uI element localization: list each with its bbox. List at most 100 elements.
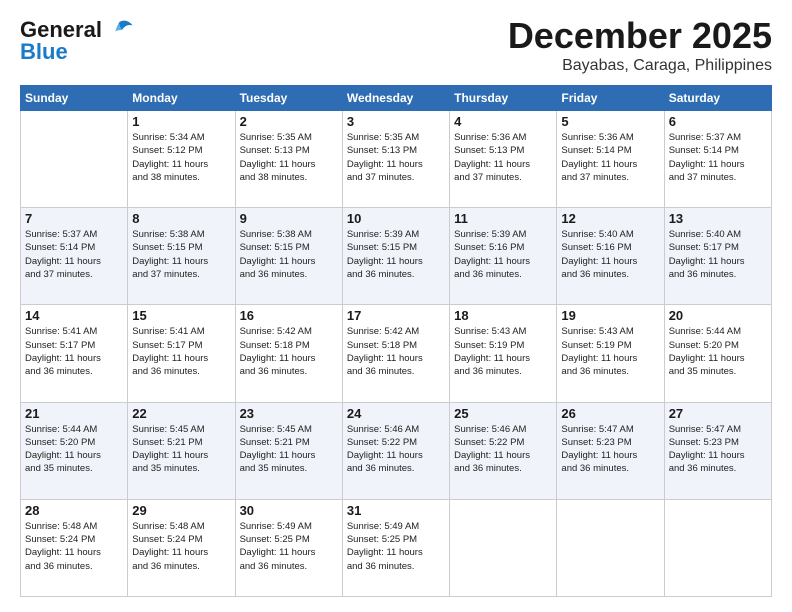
calendar-cell: 6Sunrise: 5:37 AM Sunset: 5:14 PM Daylig…	[664, 111, 771, 208]
calendar-cell	[557, 499, 664, 596]
day-info: Sunrise: 5:47 AM Sunset: 5:23 PM Dayligh…	[669, 423, 767, 476]
day-info: Sunrise: 5:45 AM Sunset: 5:21 PM Dayligh…	[132, 423, 230, 476]
calendar-cell: 11Sunrise: 5:39 AM Sunset: 5:16 PM Dayli…	[450, 208, 557, 305]
calendar-cell: 25 Sunrise: 5:46 AM Sunset: 5:22 PM Dayli…	[450, 402, 557, 499]
day-number: 28	[25, 503, 123, 518]
day-number: 30	[240, 503, 338, 518]
day-number: 9	[240, 211, 338, 226]
day-number: 25	[454, 406, 552, 421]
calendar-cell: 24Sunrise: 5:46 AM Sunset: 5:22 PM Dayli…	[342, 402, 449, 499]
weekday-thursday: Thursday	[450, 86, 557, 111]
calendar-week-5: 28 Sunrise: 5:48 AM Sunset: 5:24 PM Dayli…	[21, 499, 772, 596]
calendar-cell: 20Sunrise: 5:44 AM Sunset: 5:20 PM Dayli…	[664, 305, 771, 402]
calendar-week-2: 7Sunrise: 5:37 AM Sunset: 5:14 PM Daylig…	[21, 208, 772, 305]
weekday-sunday: Sunday	[21, 86, 128, 111]
day-info: Sunrise: 5:42 AM Sunset: 5:18 PM Dayligh…	[347, 325, 445, 378]
day-number: 4	[454, 114, 552, 129]
calendar-cell: 3 Sunrise: 5:35 AM Sunset: 5:13 PM Daylig…	[342, 111, 449, 208]
calendar-cell: 16Sunrise: 5:42 AM Sunset: 5:18 PM Dayli…	[235, 305, 342, 402]
day-number: 16	[240, 308, 338, 323]
day-number: 31	[347, 503, 445, 518]
page: General Blue December 2025 Bayabas, Cara…	[0, 0, 792, 612]
weekday-saturday: Saturday	[664, 86, 771, 111]
logo-bird-icon	[104, 15, 134, 45]
day-number: 27	[669, 406, 767, 421]
calendar-table: SundayMondayTuesdayWednesdayThursdayFrid…	[20, 85, 772, 597]
day-number: 8	[132, 211, 230, 226]
day-number: 3	[347, 114, 445, 129]
calendar-week-1: 1Sunrise: 5:34 AM Sunset: 5:12 PM Daylig…	[21, 111, 772, 208]
day-info: Sunrise: 5:45 AM Sunset: 5:21 PM Dayligh…	[240, 423, 338, 476]
day-number: 1	[132, 114, 230, 129]
calendar-cell	[664, 499, 771, 596]
weekday-header-row: SundayMondayTuesdayWednesdayThursdayFrid…	[21, 86, 772, 111]
calendar-cell: 27 Sunrise: 5:47 AM Sunset: 5:23 PM Dayli…	[664, 402, 771, 499]
calendar-cell: 22 Sunrise: 5:45 AM Sunset: 5:21 PM Dayli…	[128, 402, 235, 499]
calendar-cell	[21, 111, 128, 208]
day-info: Sunrise: 5:46 AM Sunset: 5:22 PM Dayligh…	[454, 423, 552, 476]
day-number: 21	[25, 406, 123, 421]
calendar-cell: 7Sunrise: 5:37 AM Sunset: 5:14 PM Daylig…	[21, 208, 128, 305]
calendar-cell: 15Sunrise: 5:41 AM Sunset: 5:17 PM Dayli…	[128, 305, 235, 402]
calendar-cell: 28 Sunrise: 5:48 AM Sunset: 5:24 PM Dayli…	[21, 499, 128, 596]
day-number: 18	[454, 308, 552, 323]
calendar-cell: 5 Sunrise: 5:36 AM Sunset: 5:14 PM Daylig…	[557, 111, 664, 208]
day-info: Sunrise: 5:47 AM Sunset: 5:23 PM Dayligh…	[561, 423, 659, 476]
day-number: 17	[347, 308, 445, 323]
calendar-cell: 14Sunrise: 5:41 AM Sunset: 5:17 PM Dayli…	[21, 305, 128, 402]
day-info: Sunrise: 5:43 AM Sunset: 5:19 PM Dayligh…	[561, 325, 659, 378]
day-info: Sunrise: 5:35 AM Sunset: 5:13 PM Dayligh…	[347, 131, 445, 184]
calendar-cell: 12Sunrise: 5:40 AM Sunset: 5:16 PM Dayli…	[557, 208, 664, 305]
title-block: December 2025 Bayabas, Caraga, Philippin…	[508, 15, 772, 75]
day-number: 26	[561, 406, 659, 421]
logo: General Blue	[20, 15, 134, 65]
day-number: 6	[669, 114, 767, 129]
calendar-cell: 18 Sunrise: 5:43 AM Sunset: 5:19 PM Dayli…	[450, 305, 557, 402]
day-number: 23	[240, 406, 338, 421]
day-info: Sunrise: 5:46 AM Sunset: 5:22 PM Dayligh…	[347, 423, 445, 476]
calendar-cell: 26 Sunrise: 5:47 AM Sunset: 5:23 PM Dayli…	[557, 402, 664, 499]
calendar-cell: 4 Sunrise: 5:36 AM Sunset: 5:13 PM Daylig…	[450, 111, 557, 208]
day-number: 19	[561, 308, 659, 323]
day-number: 5	[561, 114, 659, 129]
day-info: Sunrise: 5:41 AM Sunset: 5:17 PM Dayligh…	[132, 325, 230, 378]
weekday-tuesday: Tuesday	[235, 86, 342, 111]
day-number: 2	[240, 114, 338, 129]
day-info: Sunrise: 5:39 AM Sunset: 5:15 PM Dayligh…	[347, 228, 445, 281]
calendar-cell: 23 Sunrise: 5:45 AM Sunset: 5:21 PM Dayli…	[235, 402, 342, 499]
month-title: December 2025	[508, 15, 772, 57]
calendar-cell: 31Sunrise: 5:49 AM Sunset: 5:25 PM Dayli…	[342, 499, 449, 596]
header: General Blue December 2025 Bayabas, Cara…	[20, 15, 772, 75]
day-info: Sunrise: 5:38 AM Sunset: 5:15 PM Dayligh…	[240, 228, 338, 281]
calendar-cell: 17 Sunrise: 5:42 AM Sunset: 5:18 PM Dayli…	[342, 305, 449, 402]
day-number: 11	[454, 211, 552, 226]
weekday-friday: Friday	[557, 86, 664, 111]
calendar-cell: 2Sunrise: 5:35 AM Sunset: 5:13 PM Daylig…	[235, 111, 342, 208]
day-number: 14	[25, 308, 123, 323]
day-info: Sunrise: 5:40 AM Sunset: 5:17 PM Dayligh…	[669, 228, 767, 281]
calendar-cell: 10 Sunrise: 5:39 AM Sunset: 5:15 PM Dayli…	[342, 208, 449, 305]
calendar-cell: 1Sunrise: 5:34 AM Sunset: 5:12 PM Daylig…	[128, 111, 235, 208]
day-info: Sunrise: 5:40 AM Sunset: 5:16 PM Dayligh…	[561, 228, 659, 281]
day-info: Sunrise: 5:37 AM Sunset: 5:14 PM Dayligh…	[25, 228, 123, 281]
day-info: Sunrise: 5:48 AM Sunset: 5:24 PM Dayligh…	[25, 520, 123, 573]
day-number: 22	[132, 406, 230, 421]
calendar-week-4: 21Sunrise: 5:44 AM Sunset: 5:20 PM Dayli…	[21, 402, 772, 499]
day-number: 29	[132, 503, 230, 518]
day-number: 10	[347, 211, 445, 226]
day-number: 13	[669, 211, 767, 226]
day-info: Sunrise: 5:36 AM Sunset: 5:13 PM Dayligh…	[454, 131, 552, 184]
day-info: Sunrise: 5:36 AM Sunset: 5:14 PM Dayligh…	[561, 131, 659, 184]
calendar-cell: 21Sunrise: 5:44 AM Sunset: 5:20 PM Dayli…	[21, 402, 128, 499]
calendar-week-3: 14 Sunrise: 5:41 AM Sunset: 5:17 PM Dayli…	[21, 305, 772, 402]
day-info: Sunrise: 5:48 AM Sunset: 5:24 PM Dayligh…	[132, 520, 230, 573]
location: Bayabas, Caraga, Philippines	[508, 57, 772, 75]
day-info: Sunrise: 5:43 AM Sunset: 5:19 PM Dayligh…	[454, 325, 552, 378]
calendar-cell: 9 Sunrise: 5:38 AM Sunset: 5:15 PM Daylig…	[235, 208, 342, 305]
calendar-cell: 8Sunrise: 5:38 AM Sunset: 5:15 PM Daylig…	[128, 208, 235, 305]
calendar-cell: 29 Sunrise: 5:48 AM Sunset: 5:24 PM Dayli…	[128, 499, 235, 596]
calendar-cell: 19 Sunrise: 5:43 AM Sunset: 5:19 PM Dayli…	[557, 305, 664, 402]
calendar-cell	[450, 499, 557, 596]
day-info: Sunrise: 5:49 AM Sunset: 5:25 PM Dayligh…	[240, 520, 338, 573]
calendar-cell: 13 Sunrise: 5:40 AM Sunset: 5:17 PM Dayli…	[664, 208, 771, 305]
